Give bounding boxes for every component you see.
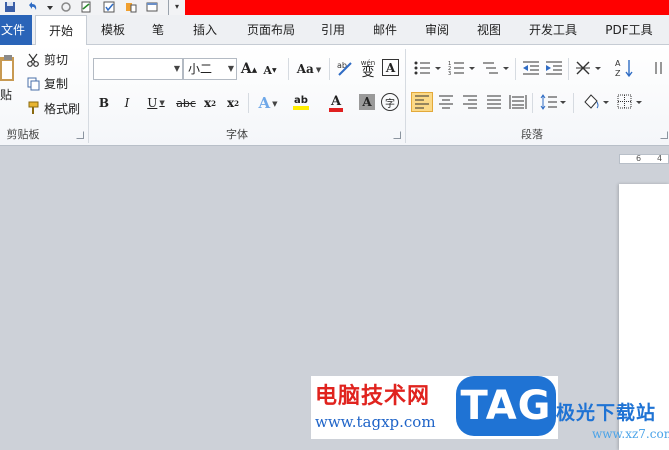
font-separator [288,58,289,80]
paragraph-shading-icon[interactable] [581,92,611,112]
align-right-icon[interactable] [462,95,478,109]
undo-icon[interactable] [26,1,38,13]
watermark-site2-url: www.xz7.com [592,427,669,441]
enclose-characters-button[interactable]: 字 [381,93,399,111]
tab-page-layout[interactable]: 页面布局 [236,15,306,45]
paragraph-group-label: 段落 [521,128,543,141]
highlight-color-swatch [293,106,309,110]
font-color-swatch [329,107,343,112]
bullets-icon[interactable] [414,60,444,76]
subscript-button[interactable]: x2 [202,95,218,111]
quick-access-toolbar: ▾ [0,0,669,15]
phonetic-guide-button[interactable]: wén 变 [358,57,378,79]
para-separator-4 [573,93,574,113]
align-left-icon[interactable] [414,95,430,109]
sort-icon[interactable]: AZ [614,58,636,78]
tab-insert[interactable]: 插入 [180,15,230,45]
grow-font-button[interactable]: A ▲ [241,60,257,78]
svg-text:Z: Z [615,69,621,78]
group-separator [88,49,89,143]
ruler-tick: 6 [636,154,642,163]
italic-button[interactable]: I [120,95,134,111]
tab-references[interactable]: 引用 [310,15,356,45]
font-name-combo[interactable]: ▼ [93,58,183,80]
paste-button-label[interactable]: 贴 [0,87,12,103]
tab-pen[interactable]: 笔 [140,15,176,45]
clipboard-dialog-launcher[interactable] [76,131,84,139]
ruler-tick: 4 [657,154,663,163]
text-highlight-button[interactable]: ab [286,93,316,113]
customize-qat-button[interactable]: ▾ [172,1,182,13]
tab-home[interactable]: 开始 [35,15,87,46]
justify-icon[interactable] [486,95,502,109]
superscript-button[interactable]: x2 [225,95,241,111]
tab-developer[interactable]: 开发工具 [520,15,586,45]
line-spacing-icon[interactable] [540,93,568,111]
underline-button[interactable]: U ▼ [143,95,169,111]
numbering-icon[interactable]: 123 [448,60,478,76]
character-shading-button[interactable]: A [359,94,375,110]
font-color-button[interactable]: A [322,93,350,113]
para-separator [515,58,516,80]
save-icon[interactable] [4,1,16,13]
cut-button[interactable]: 剪切 [44,52,68,68]
para-separator-3 [532,93,533,113]
tab-review[interactable]: 审阅 [414,15,460,45]
increase-indent-icon[interactable] [545,60,563,76]
format-painter-button[interactable]: 格式刷 [44,101,80,117]
watermark-site-name: 电脑技术网 [315,384,431,409]
text-effects-button[interactable]: A ▼ [255,93,281,113]
clear-format-icon[interactable]: ab [336,59,354,77]
tab-pdf-tools[interactable]: PDF工具 [596,15,662,45]
para-separator-2 [568,58,569,80]
format-painter-icon [28,101,39,114]
ribbon-home: 贴 剪切 复制 格式刷 剪贴板 ▼ 小二 ▼ A ▲ A ▼ Aa ▼ ab wén 变 … [0,45,669,146]
font-separator-2 [329,58,330,80]
watermark-tag-badge: TAG [456,376,556,436]
strikethrough-button[interactable]: abc [175,95,197,111]
ribbon-tabs: 文件 开始 模板 笔 插入 页面布局 引用 邮件 审阅 视图 开发工具 PDF工… [0,15,669,46]
font-size-combo[interactable]: 小二 ▼ [183,58,237,80]
bold-button[interactable]: B [97,95,111,111]
svg-text:A: A [615,59,621,68]
tab-mailings[interactable]: 邮件 [362,15,408,45]
format-icon[interactable] [125,1,137,13]
watermark-xz7: 极光下载站 www.xz7.com [552,398,669,450]
paragraph-dialog-launcher[interactable] [660,131,668,139]
copy-icon [27,77,40,91]
tab-view[interactable]: 视图 [466,15,512,45]
window-icon[interactable] [146,1,158,13]
borders-icon[interactable] [617,94,647,110]
qat-separator [168,0,169,15]
change-case-button[interactable]: Aa ▼ [294,60,324,78]
redo-icon[interactable] [60,1,72,13]
chinese-layout-icon[interactable] [575,60,605,76]
watermark-site2-name: 极光下载站 [556,402,657,424]
distributed-icon[interactable] [509,94,527,110]
tab-template[interactable]: 模板 [90,15,136,45]
align-center-icon[interactable] [438,95,454,109]
character-border-button[interactable]: A [382,59,399,76]
paste-icon[interactable] [0,53,16,83]
tab-file[interactable]: 文件 [0,15,32,45]
clipboard-group-label: 剪贴板 [6,128,40,141]
decrease-indent-icon[interactable] [522,60,540,76]
show-formatting-icon[interactable] [652,60,666,76]
font-dialog-launcher[interactable] [393,131,401,139]
shrink-font-button[interactable]: A ▼ [263,62,277,78]
group-separator-2 [405,49,406,143]
print-preview-icon[interactable] [80,1,92,13]
spell-check-icon[interactable] [103,1,115,13]
scissors-icon [27,53,39,67]
undo-dropdown-icon[interactable] [44,1,56,13]
font-group-label: 字体 [226,128,248,141]
svg-text:3: 3 [448,71,451,76]
font-separator-3 [248,93,249,113]
horizontal-ruler[interactable]: 6 4 [619,154,669,164]
multilevel-list-icon[interactable] [482,60,512,76]
copy-button[interactable]: 复制 [44,76,68,92]
watermark-site-url: www.tagxp.com [315,413,436,431]
title-bar-accent [185,0,669,15]
